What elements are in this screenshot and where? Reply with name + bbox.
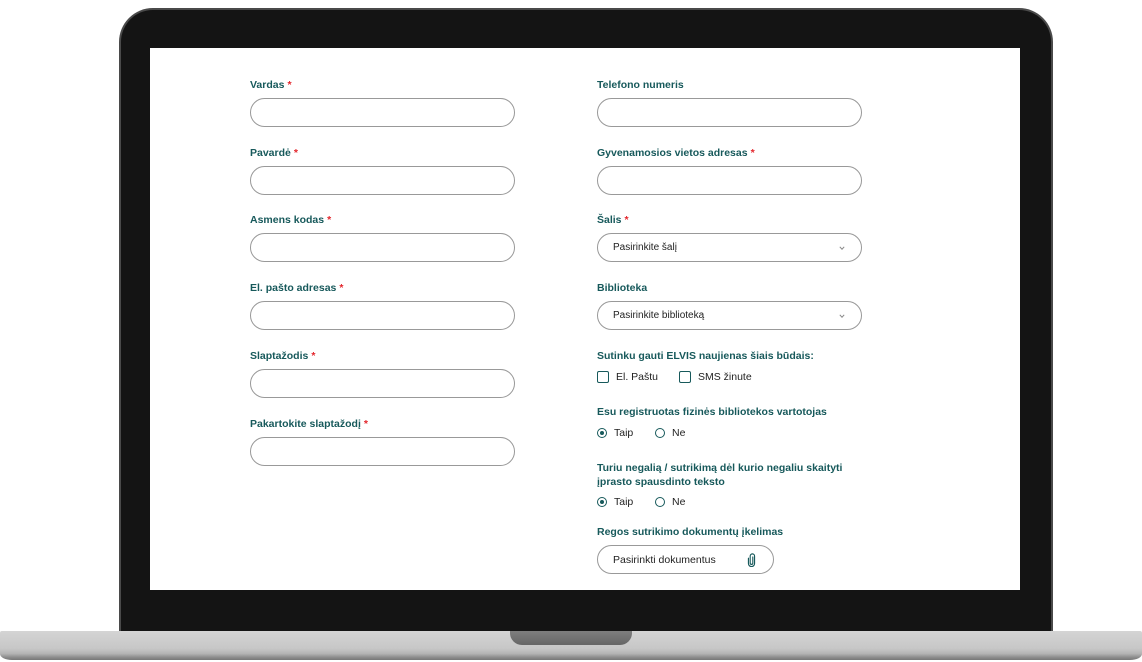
phone-input[interactable] [597, 98, 862, 127]
laptop-screen: Vardas * Pavardė * Asmens kodas * El. pašto… [150, 48, 1020, 590]
registered-user-field: Esu registruotas fizinės bibliotekos var… [597, 406, 862, 439]
form-right-column: Telefono numeris Gyvenamosios vietos adr… [597, 48, 862, 590]
last-name-label-text: Pavardė [250, 147, 291, 159]
laptop-opening-notch [510, 631, 632, 645]
disability-no-label: Ne [672, 496, 686, 508]
chevron-down-path [839, 313, 845, 318]
repeat-password-label-text: Pakartokite slaptažodį [250, 418, 361, 430]
documents-upload-label: Regos sutrikimo dokumentų įkelimas [597, 526, 784, 538]
form-left-column: Vardas * Pavardė * Asmens kodas * El. pašto… [250, 48, 515, 590]
country-label-text: Šalis [597, 214, 622, 226]
newsletter-field: Sutinku gauti ELVIS naujienas šiais būda… [597, 350, 862, 383]
required-mark: * [287, 79, 292, 91]
password-label: Slaptažodis * [250, 350, 515, 363]
registered-user-options: Taip Ne [597, 426, 862, 440]
registered-user-option-yes[interactable]: Taip [597, 426, 633, 440]
chevron-down-icon [839, 245, 845, 250]
personal-code-label: Asmens kodas * [250, 214, 515, 227]
registered-yes-radio[interactable] [597, 428, 607, 438]
country-select-value: Pasirinkite šalį [613, 242, 677, 253]
paperclip-path [747, 553, 756, 567]
first-name-field: Vardas * [250, 79, 515, 127]
address-field: Gyvenamosios vietos adresas * [597, 147, 862, 195]
first-name-input[interactable] [250, 98, 515, 127]
address-label: Gyvenamosios vietos adresas * [597, 147, 862, 160]
choose-documents-button[interactable]: Pasirinkti dokumentus [597, 545, 774, 574]
password-field: Slaptažodis * [250, 350, 515, 398]
newsletter-options: El. Paštu SMS žinute [597, 370, 862, 384]
email-checkbox-label: El. Paštu [616, 371, 659, 383]
email-field: El. pašto adresas * [250, 282, 515, 330]
library-label-text: Biblioteka [597, 282, 648, 294]
chevron-down-icon [839, 313, 845, 318]
newsletter-option-sms[interactable]: SMS žinute [679, 370, 752, 384]
repeat-password-label: Pakartokite slaptažodį * [250, 418, 515, 431]
chevron-down-path [839, 245, 845, 250]
registered-yes-label: Taip [614, 427, 634, 439]
required-mark: * [293, 147, 298, 159]
email-input[interactable] [250, 301, 515, 330]
address-input[interactable] [597, 166, 862, 195]
registered-user-label: Esu registruotas fizinės bibliotekos var… [597, 406, 827, 418]
required-mark: * [327, 214, 332, 226]
required-mark: * [624, 214, 629, 226]
library-field: Biblioteka Pasirinkite biblioteką [597, 282, 862, 330]
sms-checkbox[interactable] [679, 371, 691, 383]
disability-field: Turiu negalią / sutrikimą dėl kurio nega… [597, 461, 862, 508]
phone-field: Telefono numeris [597, 79, 862, 127]
documents-upload-field: Regos sutrikimo dokumentų įkelimas Pasir… [597, 526, 862, 574]
required-mark: * [311, 350, 316, 362]
disability-option-yes[interactable]: Taip [597, 495, 633, 509]
password-input[interactable] [250, 369, 515, 398]
last-name-label: Pavardė * [250, 147, 515, 160]
disability-no-radio[interactable] [655, 497, 665, 507]
disability-option-no[interactable]: Ne [655, 495, 685, 509]
personal-code-label-text: Asmens kodas [250, 214, 325, 226]
last-name-field: Pavardė * [250, 147, 515, 195]
country-select[interactable]: Pasirinkite šalį [597, 233, 862, 262]
required-mark: * [339, 282, 344, 294]
library-label: Biblioteka [597, 282, 862, 295]
registered-user-option-no[interactable]: Ne [655, 426, 685, 440]
email-label-text: El. pašto adresas [250, 282, 337, 294]
first-name-label-text: Vardas [250, 79, 285, 91]
last-name-input[interactable] [250, 166, 515, 195]
phone-label-text: Telefono numeris [597, 79, 684, 91]
disability-options: Taip Ne [597, 495, 862, 509]
password-label-text: Slaptažodis [250, 350, 309, 362]
disability-label: Turiu negalią / sutrikimą dėl kurio nega… [597, 462, 843, 488]
address-label-text: Gyvenamosios vietos adresas [597, 147, 748, 159]
personal-code-input[interactable] [250, 233, 515, 262]
repeat-password-field: Pakartokite slaptažodį * [250, 418, 515, 466]
required-mark: * [750, 147, 755, 159]
personal-code-field: Asmens kodas * [250, 214, 515, 262]
email-checkbox[interactable] [597, 371, 609, 383]
paperclip-icon [747, 553, 756, 567]
library-select[interactable]: Pasirinkite biblioteką [597, 301, 862, 330]
country-label: Šalis * [597, 214, 862, 227]
library-select-value: Pasirinkite biblioteką [613, 310, 705, 321]
email-label: El. pašto adresas * [250, 282, 515, 295]
registered-no-radio[interactable] [655, 428, 665, 438]
newsletter-label: Sutinku gauti ELVIS naujienas šiais būda… [597, 350, 814, 362]
choose-documents-button-label: Pasirinkti dokumentus [613, 553, 716, 566]
disability-yes-label: Taip [614, 496, 634, 508]
required-mark: * [363, 418, 368, 430]
registered-no-label: Ne [672, 427, 686, 439]
country-field: Šalis * Pasirinkite šalį [597, 214, 862, 262]
sms-checkbox-label: SMS žinute [698, 371, 752, 383]
disability-yes-radio[interactable] [597, 497, 607, 507]
phone-label: Telefono numeris [597, 79, 862, 92]
registration-form: Vardas * Pavardė * Asmens kodas * El. pašto… [150, 48, 1020, 590]
repeat-password-input[interactable] [250, 437, 515, 466]
newsletter-option-email[interactable]: El. Paštu [597, 370, 658, 384]
first-name-label: Vardas * [250, 79, 515, 92]
